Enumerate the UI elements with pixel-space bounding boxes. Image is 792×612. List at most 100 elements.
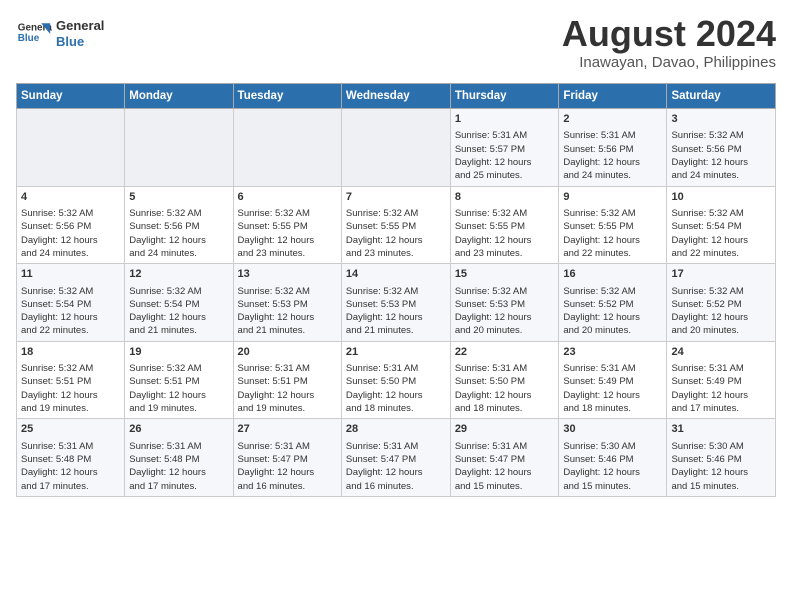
cell-info-line: and 15 minutes. bbox=[671, 480, 771, 493]
cell-info-line: Daylight: 12 hours bbox=[671, 389, 771, 402]
week-row-1: 1Sunrise: 5:31 AMSunset: 5:57 PMDaylight… bbox=[17, 109, 776, 187]
cell-info-line: Sunrise: 5:32 AM bbox=[455, 207, 555, 220]
cell-info-line: Sunset: 5:56 PM bbox=[21, 220, 120, 233]
calendar-cell: 28Sunrise: 5:31 AMSunset: 5:47 PMDayligh… bbox=[341, 419, 450, 497]
cell-info-line: Daylight: 12 hours bbox=[129, 389, 228, 402]
cell-info-line: Sunset: 5:56 PM bbox=[671, 143, 771, 156]
cell-info-line: and 21 minutes. bbox=[238, 324, 337, 337]
cell-info-line: Sunset: 5:52 PM bbox=[671, 298, 771, 311]
cell-info-line: Sunrise: 5:32 AM bbox=[21, 207, 120, 220]
calendar-table: SundayMondayTuesdayWednesdayThursdayFrid… bbox=[16, 83, 776, 497]
cell-info-line: Daylight: 12 hours bbox=[346, 234, 446, 247]
cell-info-line: Daylight: 12 hours bbox=[671, 234, 771, 247]
cell-info-line: Sunset: 5:51 PM bbox=[21, 375, 120, 388]
cell-info-line: Daylight: 12 hours bbox=[455, 234, 555, 247]
calendar-cell: 18 Sunrise: 5:32 AMSunset: 5:51 PMDayligh… bbox=[17, 341, 125, 419]
calendar-cell: 15Sunrise: 5:32 AMSunset: 5:53 PMDayligh… bbox=[450, 264, 559, 342]
cell-info-line: Daylight: 12 hours bbox=[563, 156, 662, 169]
cell-info-line: Daylight: 12 hours bbox=[129, 311, 228, 324]
cell-info-line: Sunrise: 5:31 AM bbox=[563, 362, 662, 375]
cell-info-line: Daylight: 12 hours bbox=[455, 156, 555, 169]
cell-info-line: Daylight: 12 hours bbox=[455, 389, 555, 402]
cell-info-line: Daylight: 12 hours bbox=[21, 466, 120, 479]
cell-info-line: and 22 minutes. bbox=[671, 247, 771, 260]
day-number: 17 bbox=[671, 267, 771, 282]
cell-info-line: and 25 minutes. bbox=[455, 169, 555, 182]
weekday-header-friday: Friday bbox=[559, 84, 667, 109]
cell-info-line: and 16 minutes. bbox=[346, 480, 446, 493]
cell-info-line: Sunset: 5:54 PM bbox=[671, 220, 771, 233]
cell-info-line: Sunrise: 5:31 AM bbox=[129, 440, 228, 453]
cell-info-line: Sunset: 5:49 PM bbox=[563, 375, 662, 388]
day-number: 7 bbox=[346, 190, 446, 205]
calendar-cell bbox=[341, 109, 450, 187]
day-number: 5 bbox=[129, 190, 228, 205]
calendar-cell: 25Sunrise: 5:31 AMSunset: 5:48 PMDayligh… bbox=[17, 419, 125, 497]
calendar-cell: 16Sunrise: 5:32 AMSunset: 5:52 PMDayligh… bbox=[559, 264, 667, 342]
logo-icon: General Blue bbox=[16, 16, 52, 52]
day-number: 21 bbox=[346, 345, 446, 360]
week-row-5: 25Sunrise: 5:31 AMSunset: 5:48 PMDayligh… bbox=[17, 419, 776, 497]
weekday-header-sunday: Sunday bbox=[17, 84, 125, 109]
calendar-cell bbox=[17, 109, 125, 187]
calendar-cell: 14Sunrise: 5:32 AMSunset: 5:53 PMDayligh… bbox=[341, 264, 450, 342]
cell-info-line: Sunrise: 5:32 AM bbox=[238, 285, 337, 298]
day-number: 30 bbox=[563, 422, 662, 437]
cell-info-line: Sunrise: 5:32 AM bbox=[21, 285, 120, 298]
cell-info-line: Sunset: 5:47 PM bbox=[238, 453, 337, 466]
cell-info-line: Daylight: 12 hours bbox=[563, 311, 662, 324]
day-number: 11 bbox=[21, 267, 120, 282]
cell-info-line: Sunrise: 5:32 AM bbox=[238, 207, 337, 220]
cell-info-line: Sunset: 5:56 PM bbox=[129, 220, 228, 233]
weekday-header-row: SundayMondayTuesdayWednesdayThursdayFrid… bbox=[17, 84, 776, 109]
calendar-cell: 4Sunrise: 5:32 AMSunset: 5:56 PMDaylight… bbox=[17, 186, 125, 264]
cell-info-line: and 18 minutes. bbox=[563, 402, 662, 415]
cell-info-line: Sunset: 5:54 PM bbox=[129, 298, 228, 311]
cell-info-line: Sunrise: 5:32 AM bbox=[671, 129, 771, 142]
cell-info-line: Sunset: 5:51 PM bbox=[238, 375, 337, 388]
cell-info-line: Sunrise: 5:32 AM bbox=[129, 362, 228, 375]
calendar-cell bbox=[125, 109, 233, 187]
title-area: August 2024 Inawayan, Davao, Philippines bbox=[562, 16, 776, 71]
calendar-cell: 10Sunrise: 5:32 AMSunset: 5:54 PMDayligh… bbox=[667, 186, 776, 264]
logo-text-line2: Blue bbox=[56, 34, 104, 50]
day-number: 13 bbox=[238, 267, 337, 282]
cell-info-line: Daylight: 12 hours bbox=[455, 466, 555, 479]
cell-info-line: Sunrise: 5:32 AM bbox=[455, 285, 555, 298]
calendar-cell: 23Sunrise: 5:31 AMSunset: 5:49 PMDayligh… bbox=[559, 341, 667, 419]
cell-info-line: Sunrise: 5:32 AM bbox=[671, 285, 771, 298]
calendar-cell: 30Sunrise: 5:30 AMSunset: 5:46 PMDayligh… bbox=[559, 419, 667, 497]
cell-info-line: Sunrise: 5:32 AM bbox=[671, 207, 771, 220]
cell-info-line: Sunset: 5:55 PM bbox=[346, 220, 446, 233]
cell-info-line: Daylight: 12 hours bbox=[21, 389, 120, 402]
calendar-cell: 6Sunrise: 5:32 AMSunset: 5:55 PMDaylight… bbox=[233, 186, 341, 264]
month-title: August 2024 bbox=[562, 16, 776, 52]
cell-info-line: Sunrise: 5:30 AM bbox=[563, 440, 662, 453]
week-row-3: 11Sunrise: 5:32 AMSunset: 5:54 PMDayligh… bbox=[17, 264, 776, 342]
cell-info-line: and 22 minutes. bbox=[21, 324, 120, 337]
cell-info-line: Sunrise: 5:31 AM bbox=[563, 129, 662, 142]
day-number: 26 bbox=[129, 422, 228, 437]
cell-info-line: and 24 minutes. bbox=[563, 169, 662, 182]
cell-info-line: Sunrise: 5:32 AM bbox=[346, 207, 446, 220]
svg-text:Blue: Blue bbox=[18, 33, 40, 44]
calendar-cell: 22Sunrise: 5:31 AMSunset: 5:50 PMDayligh… bbox=[450, 341, 559, 419]
cell-info-line: Sunrise: 5:31 AM bbox=[346, 362, 446, 375]
cell-info-line: and 17 minutes. bbox=[21, 480, 120, 493]
cell-info-line: Sunset: 5:52 PM bbox=[563, 298, 662, 311]
day-number: 18 bbox=[21, 345, 120, 360]
cell-info-line: Sunrise: 5:31 AM bbox=[671, 362, 771, 375]
calendar-cell: 27Sunrise: 5:31 AMSunset: 5:47 PMDayligh… bbox=[233, 419, 341, 497]
weekday-header-thursday: Thursday bbox=[450, 84, 559, 109]
location: Inawayan, Davao, Philippines bbox=[562, 54, 776, 71]
cell-info-line: Sunrise: 5:32 AM bbox=[21, 362, 120, 375]
cell-info-line: and 21 minutes. bbox=[346, 324, 446, 337]
cell-info-line: Sunrise: 5:31 AM bbox=[238, 440, 337, 453]
weekday-header-monday: Monday bbox=[125, 84, 233, 109]
weekday-header-tuesday: Tuesday bbox=[233, 84, 341, 109]
day-number: 2 bbox=[563, 112, 662, 127]
cell-info-line: Daylight: 12 hours bbox=[129, 466, 228, 479]
cell-info-line: Sunrise: 5:31 AM bbox=[21, 440, 120, 453]
cell-info-line: Daylight: 12 hours bbox=[563, 466, 662, 479]
cell-info-line: Daylight: 12 hours bbox=[671, 311, 771, 324]
